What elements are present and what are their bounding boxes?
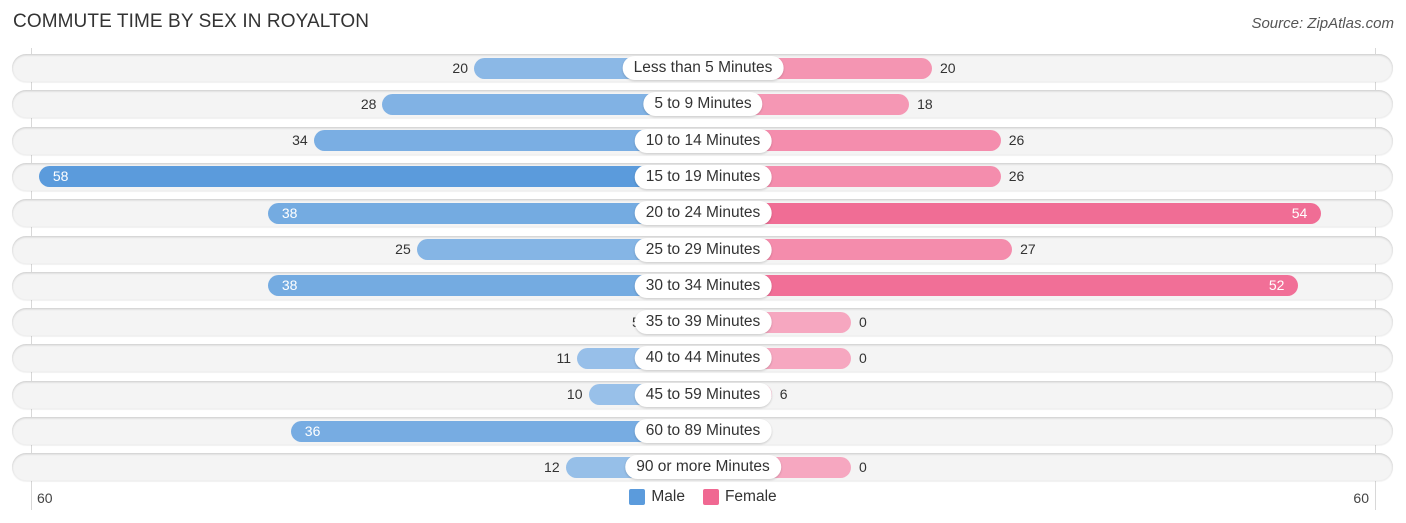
category-label: 90 or more Minutes: [625, 455, 781, 480]
category-label: 5 to 9 Minutes: [643, 92, 763, 117]
category-label: 20 to 24 Minutes: [634, 201, 772, 226]
source-label: Source: ZipAtlas.com: [1251, 15, 1394, 32]
category-label: 25 to 29 Minutes: [634, 237, 772, 262]
value-label-male: 34: [292, 132, 308, 149]
category-label: 15 to 19 Minutes: [634, 164, 772, 189]
value-label-male: 36: [304, 422, 321, 439]
bar-female[interactable]: [703, 275, 1299, 297]
legend-swatch-female: [702, 489, 719, 505]
value-label-female: 52: [1268, 277, 1285, 294]
value-label-female: 6: [779, 386, 788, 403]
category-label: 45 to 59 Minutes: [634, 382, 772, 407]
legend-item-female[interactable]: Female: [702, 488, 777, 506]
legend-label-male: Male: [651, 488, 685, 505]
chart-title: COMMUTE TIME BY SEX IN ROYALTON: [13, 11, 370, 32]
value-label-female: 26: [1008, 168, 1025, 185]
value-label-female: 0: [859, 313, 867, 330]
bar-male[interactable]: [38, 166, 703, 188]
value-label-male: 38: [281, 204, 298, 221]
value-label-male: 28: [360, 95, 377, 112]
value-label-male: 38: [281, 277, 298, 294]
category-label: 40 to 44 Minutes: [634, 346, 772, 371]
value-label-female: 0: [859, 458, 867, 475]
value-label-male: 58: [52, 168, 69, 185]
legend: Male Female: [0, 488, 1406, 506]
value-label-female: 54: [1291, 204, 1308, 221]
value-label-female: 20: [940, 59, 956, 76]
value-label-female: 26: [1008, 132, 1025, 149]
category-label: 60 to 89 Minutes: [634, 419, 772, 443]
category-label: 10 to 14 Minutes: [634, 128, 772, 153]
category-label: 30 to 34 Minutes: [634, 273, 772, 298]
legend-label-female: Female: [724, 488, 777, 505]
category-label: Less than 5 Minutes: [622, 56, 784, 80]
legend-item-male[interactable]: Male: [629, 488, 685, 506]
legend-swatch-male: [629, 489, 646, 505]
value-label-male: 25: [395, 241, 411, 257]
value-label-male: 20: [452, 59, 468, 76]
bar-female[interactable]: [703, 202, 1322, 224]
value-label-female: 18: [917, 95, 933, 112]
value-label-male: 10: [566, 386, 583, 403]
value-label-female: 0: [859, 349, 867, 366]
value-label-male: 11: [556, 349, 572, 366]
value-label-male: 12: [544, 458, 560, 475]
category-label: 35 to 39 Minutes: [634, 310, 772, 335]
value-label-female: 27: [1020, 241, 1036, 257]
